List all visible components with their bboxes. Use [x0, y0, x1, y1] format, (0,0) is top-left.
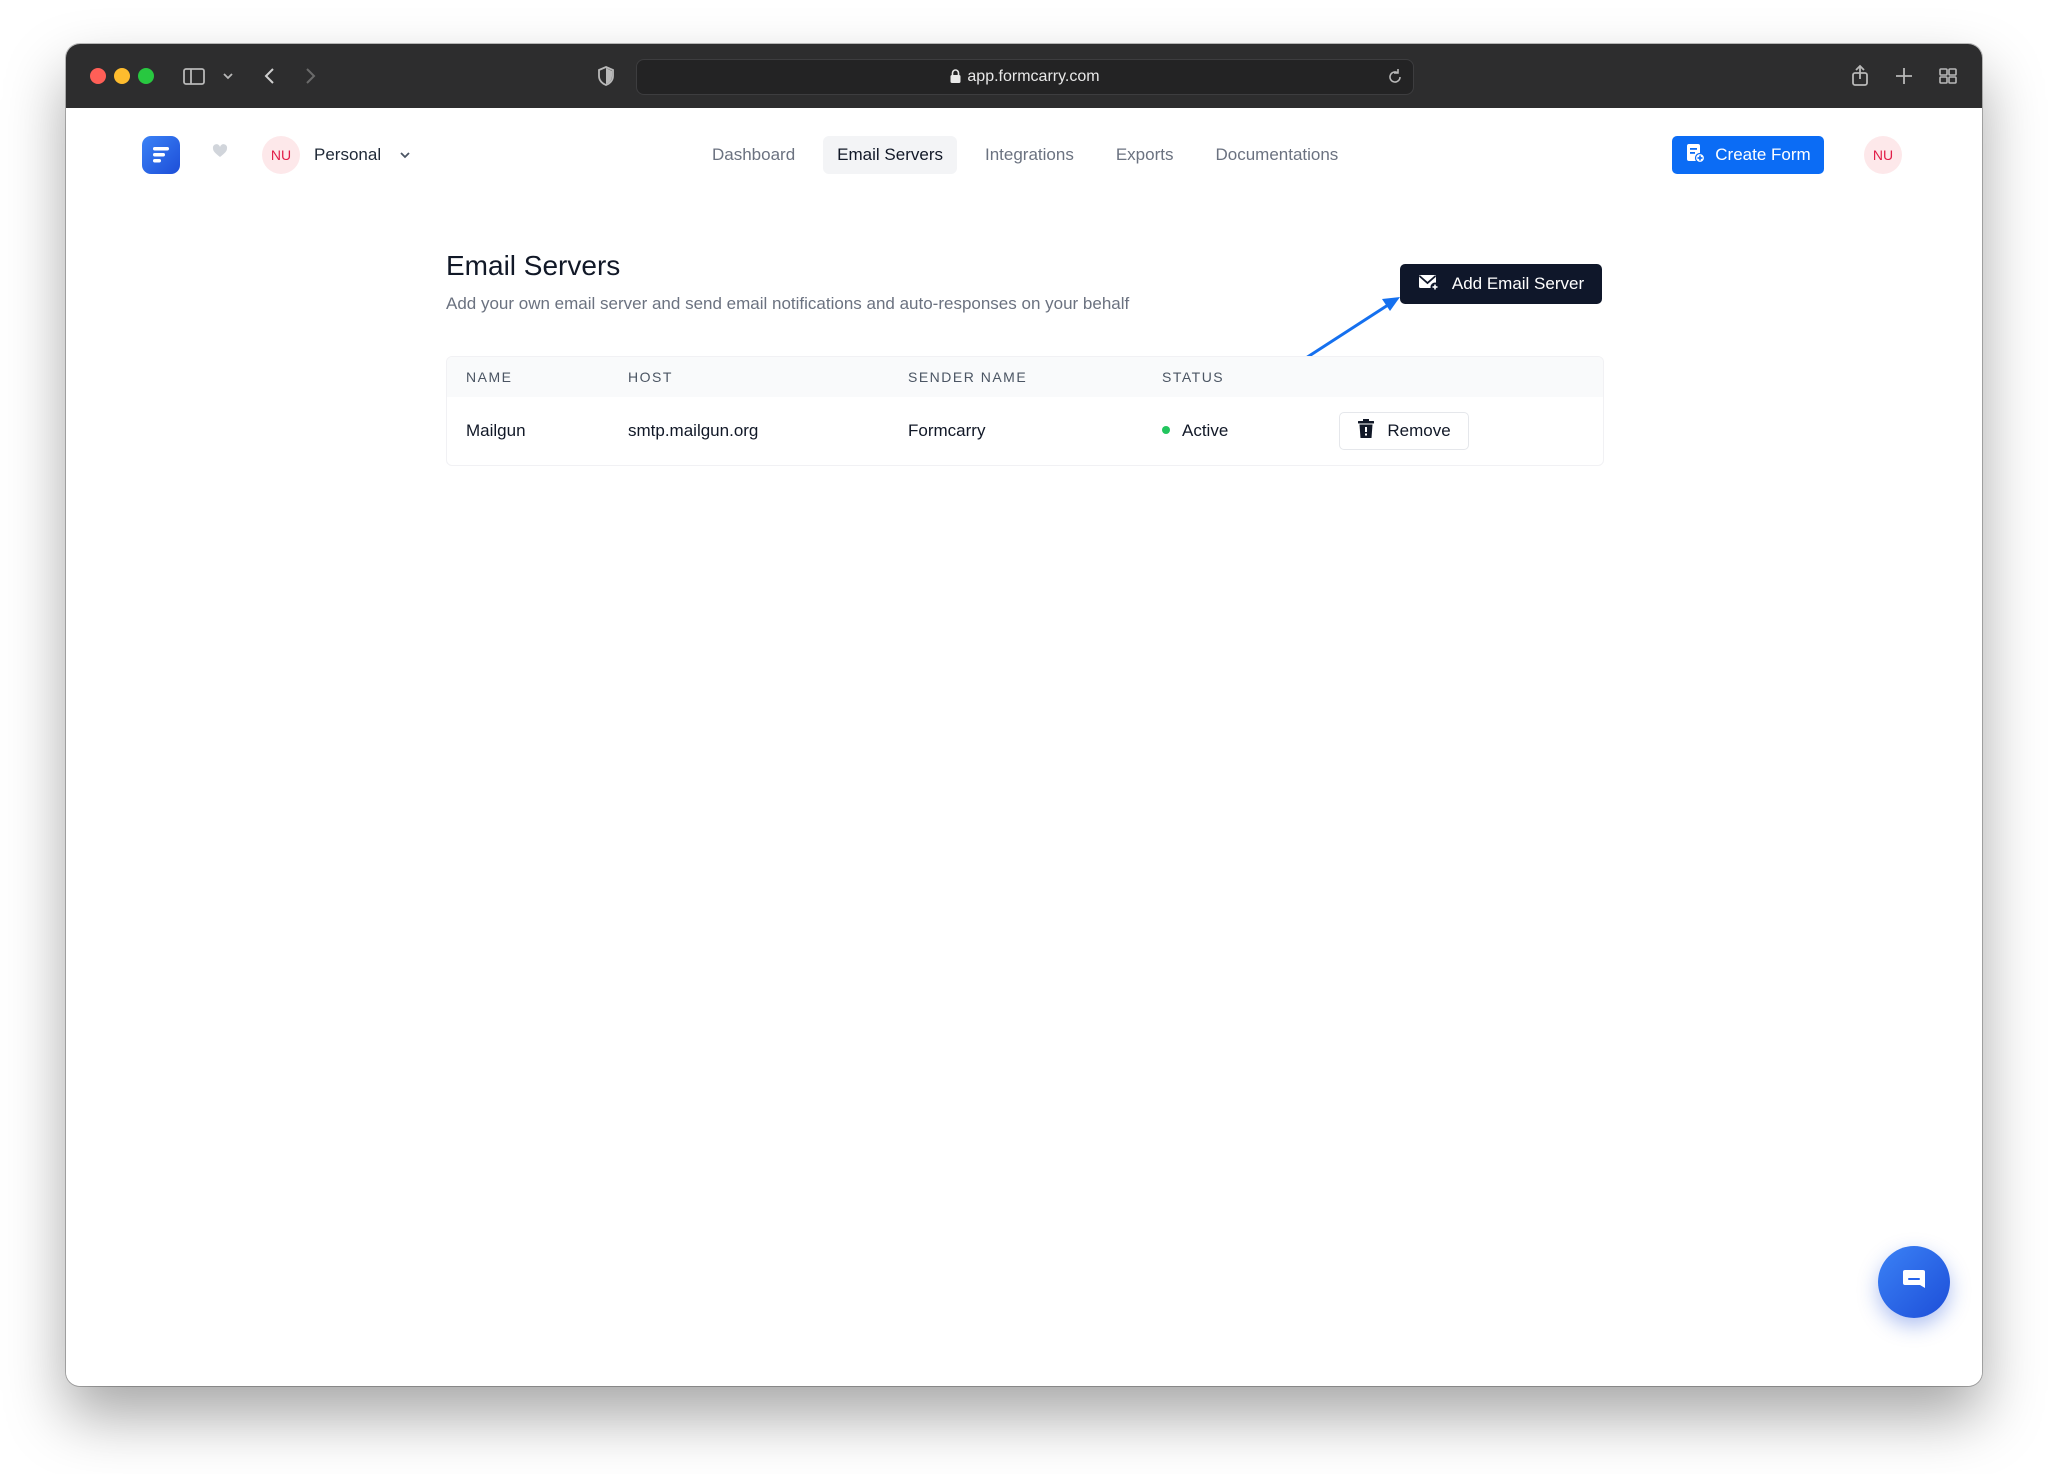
formcarry-logo[interactable] [142, 136, 180, 174]
nav-email-servers[interactable]: Email Servers [823, 136, 957, 174]
add-email-server-label: Add Email Server [1451, 274, 1585, 293]
share-icon[interactable] [1850, 60, 1870, 92]
lock-icon [950, 62, 961, 96]
remove-button[interactable]: Remove [1339, 412, 1469, 450]
chat-widget-button[interactable] [1878, 1246, 1950, 1318]
nav-documentations[interactable]: Documentations [1201, 136, 1352, 174]
main-content: Email Servers Add your own email server … [66, 206, 1982, 1386]
url-text: app.formcarry.com [967, 68, 1100, 85]
chat-icon [1901, 1267, 1927, 1298]
chevron-down-icon[interactable] [398, 146, 412, 169]
column-header-name: NAME [466, 369, 513, 385]
status-label: Active [1182, 421, 1229, 440]
column-header-sender-name: SENDER NAME [908, 369, 1028, 385]
remove-label: Remove [1387, 421, 1451, 440]
create-form-button[interactable]: Create Form [1672, 136, 1824, 174]
page-subtitle: Add your own email server and send email… [446, 294, 1130, 313]
chevron-down-icon[interactable] [222, 60, 234, 92]
reload-icon[interactable] [1387, 60, 1403, 107]
add-email-server-button[interactable]: Add Email Server [1400, 264, 1602, 304]
sidebar-toggle-icon[interactable] [182, 60, 206, 92]
user-avatar[interactable]: NU [1864, 136, 1902, 174]
browser-window: app.formcarry.com NU Personal Dashboard … [66, 44, 1982, 1386]
workspace-avatar[interactable]: NU [262, 136, 300, 174]
page-title: Email Servers [446, 250, 621, 281]
nav-dashboard[interactable]: Dashboard [698, 136, 809, 174]
server-name-cell: Mailgun [466, 421, 526, 440]
status-cell: Active [1162, 397, 1228, 465]
browser-toolbar: app.formcarry.com [66, 44, 1982, 109]
app-header: NU Personal Dashboard Email Servers Inte… [66, 108, 1982, 207]
new-tab-icon[interactable] [1894, 60, 1914, 92]
zoom-window-button[interactable] [138, 68, 154, 84]
status-active-indicator [1162, 426, 1170, 434]
back-icon[interactable] [262, 60, 278, 92]
nav-integrations[interactable]: Integrations [971, 136, 1088, 174]
column-header-status: STATUS [1162, 369, 1225, 385]
tab-overview-icon[interactable] [1938, 60, 1958, 92]
heart-icon[interactable] [212, 144, 228, 163]
trash-icon [1357, 418, 1375, 444]
address-bar[interactable]: app.formcarry.com [636, 59, 1414, 95]
column-header-host: HOST [628, 369, 673, 385]
mail-plus-icon [1418, 272, 1440, 297]
nav-exports[interactable]: Exports [1102, 136, 1188, 174]
sender-name-cell: Formcarry [908, 421, 986, 440]
create-form-label: Create Form [1715, 145, 1811, 164]
minimize-window-button[interactable] [114, 68, 130, 84]
table-row: Mailgun smtp.mailgun.org Formcarry Activ… [447, 397, 1603, 465]
main-nav: Dashboard Email Servers Integrations Exp… [698, 136, 1352, 174]
create-form-icon [1685, 143, 1706, 168]
forward-icon[interactable] [302, 60, 318, 92]
close-window-button[interactable] [90, 68, 106, 84]
workspace-selector[interactable]: Personal [314, 143, 381, 167]
email-servers-table: NAME HOST SENDER NAME STATUS Mailgun smt… [446, 356, 1604, 466]
privacy-shield-icon[interactable] [596, 60, 616, 92]
server-host-cell: smtp.mailgun.org [628, 421, 759, 440]
table-header: NAME HOST SENDER NAME STATUS [447, 357, 1603, 397]
